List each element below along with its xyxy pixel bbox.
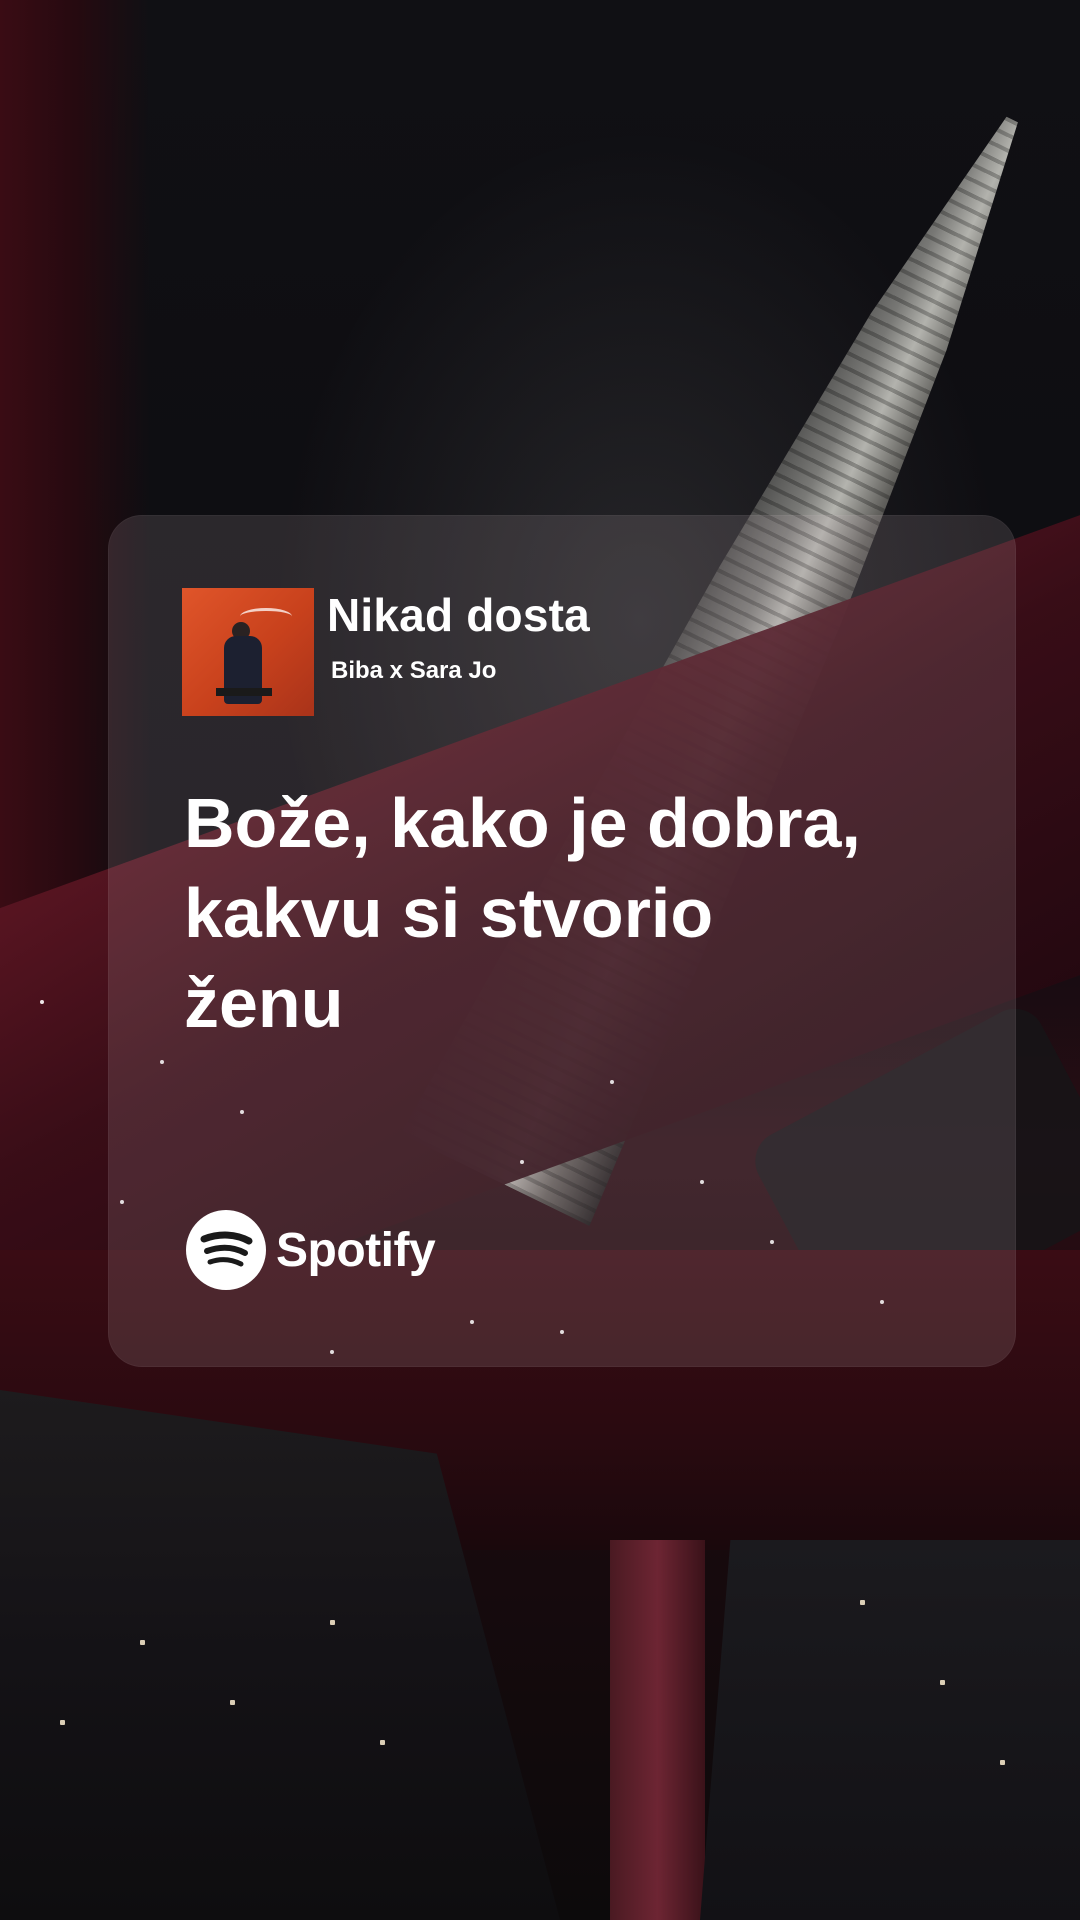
city-light bbox=[230, 1700, 235, 1705]
lyrics-text: Bože, kako je dobra, kakvu si stvorio že… bbox=[184, 778, 1004, 1048]
story-screen: Nikad dosta Biba x Sara Jo Bože, kako je… bbox=[0, 0, 1080, 1920]
city-light bbox=[940, 1680, 945, 1685]
spotify-logo-icon bbox=[186, 1210, 266, 1290]
city-light bbox=[60, 1720, 65, 1725]
spotify-wordmark: Spotify bbox=[276, 1223, 436, 1277]
starlight-dot bbox=[40, 1000, 44, 1004]
song-artist: Biba x Sara Jo bbox=[331, 657, 497, 684]
car-pillar bbox=[610, 1540, 705, 1920]
city-light bbox=[1000, 1760, 1005, 1765]
city-light bbox=[140, 1640, 145, 1645]
lyric-line: kakvu si stvorio bbox=[184, 874, 714, 952]
city-light bbox=[330, 1620, 335, 1625]
car-window-right bbox=[700, 1540, 1080, 1920]
cover-chair bbox=[216, 688, 272, 696]
city-light bbox=[380, 1740, 385, 1745]
album-cover bbox=[182, 588, 314, 716]
spotify-brand[interactable]: Spotify bbox=[186, 1209, 436, 1291]
lyric-line: Bože, kako je dobra, bbox=[184, 784, 861, 862]
cover-scrawl bbox=[240, 608, 292, 625]
city-light bbox=[860, 1600, 865, 1605]
lyric-line: ženu bbox=[184, 964, 344, 1042]
song-title: Nikad dosta bbox=[327, 589, 590, 641]
